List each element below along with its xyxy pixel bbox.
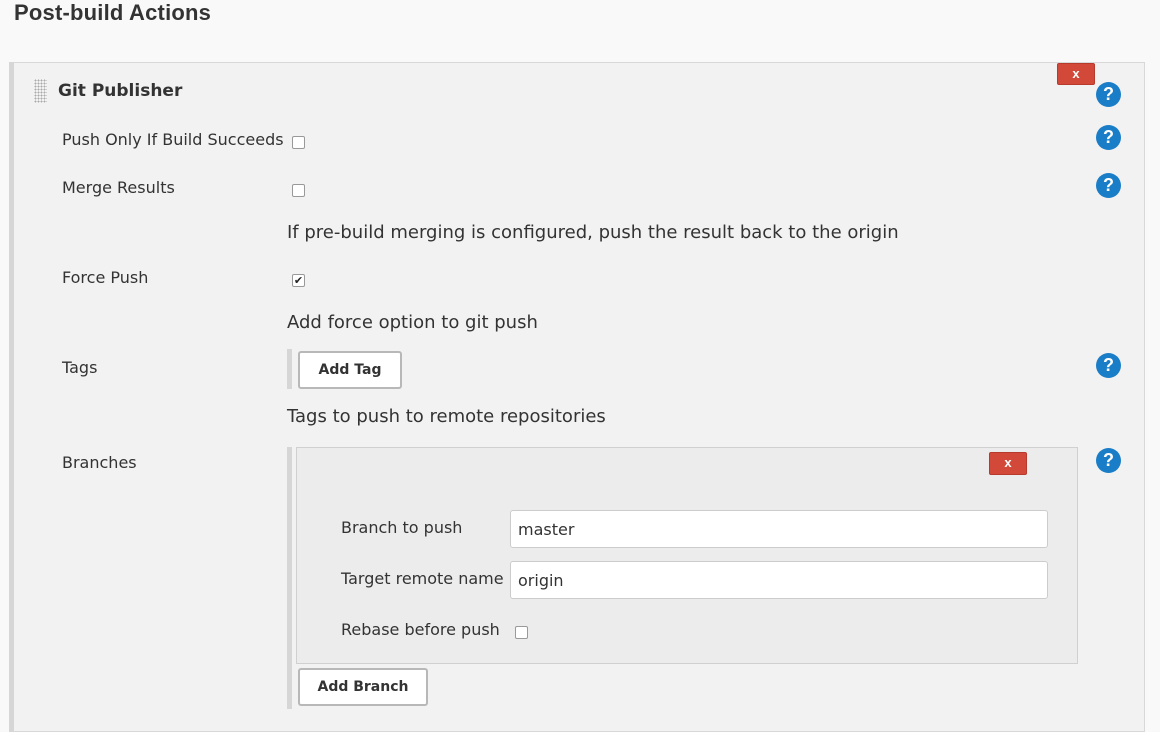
branches-label: Branches	[62, 453, 137, 472]
drag-handle-icon[interactable]	[34, 79, 47, 103]
add-branch-button[interactable]: Add Branch	[298, 668, 428, 706]
help-icon[interactable]: ?	[1096, 82, 1121, 107]
rebase-label: Rebase before push	[341, 620, 500, 639]
push-only-label: Push Only If Build Succeeds	[62, 130, 284, 149]
tags-label: Tags	[62, 358, 98, 377]
help-icon[interactable]: ?	[1096, 353, 1121, 378]
add-tag-button[interactable]: Add Tag	[298, 351, 402, 389]
tags-repeat-bar	[287, 349, 292, 389]
publisher-side-bar	[9, 62, 14, 732]
target-remote-input[interactable]	[510, 561, 1048, 599]
branch-to-push-label: Branch to push	[341, 518, 463, 537]
push-only-checkbox[interactable]	[292, 136, 305, 149]
help-icon[interactable]: ?	[1096, 125, 1121, 150]
section-title: Post-build Actions	[14, 0, 212, 25]
help-icon[interactable]: ?	[1096, 448, 1121, 473]
merge-results-description: If pre-build merging is configured, push…	[287, 222, 899, 243]
force-push-checkbox[interactable]: ✔	[292, 274, 305, 287]
check-mark-icon: ✔	[293, 274, 304, 287]
merge-results-label: Merge Results	[62, 178, 175, 197]
delete-branch-button[interactable]: x	[989, 452, 1027, 475]
force-push-description: Add force option to git push	[287, 312, 538, 333]
branch-to-push-input[interactable]	[510, 510, 1048, 548]
delete-publisher-button[interactable]: x	[1057, 63, 1095, 85]
rebase-checkbox[interactable]	[515, 626, 528, 639]
tags-description: Tags to push to remote repositories	[287, 406, 606, 427]
target-remote-label: Target remote name	[341, 569, 504, 588]
force-push-label: Force Push	[62, 268, 149, 287]
merge-results-checkbox[interactable]	[292, 184, 305, 197]
publisher-title: Git Publisher	[58, 81, 183, 101]
branches-repeat-bar	[287, 447, 292, 709]
help-icon[interactable]: ?	[1096, 173, 1121, 198]
